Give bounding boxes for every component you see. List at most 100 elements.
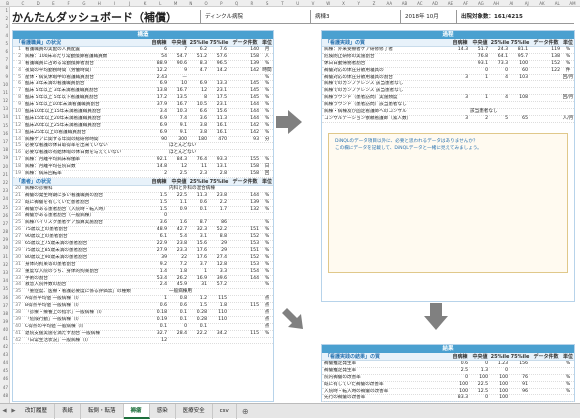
row-header-cell[interactable]: 9 bbox=[0, 73, 9, 81]
column-header-cell[interactable]: E bbox=[46, 0, 61, 6]
row-header-cell[interactable]: 31 bbox=[0, 253, 9, 261]
row-header-cell[interactable]: 26 bbox=[0, 212, 9, 220]
row-header-cell[interactable]: 14 bbox=[0, 113, 9, 121]
table-row[interactable]: 37 B得点平均値 一般病棟（I） 0.6 0.6 1.5 1.8 115 点 bbox=[13, 303, 273, 310]
table-row[interactable]: 褥瘡対応の体圧分散用寝具の割合 3 1 4 103 回/月 bbox=[322, 75, 574, 82]
tab-next-icon[interactable]: ▶ bbox=[9, 408, 18, 414]
table-row[interactable]: 危険防止研修の実施割合 76.8 64.1 95.7 138% bbox=[322, 54, 574, 61]
column-header-cell[interactable]: O bbox=[198, 0, 213, 6]
sheet-tab[interactable]: 転倒・転落 bbox=[81, 403, 124, 419]
table-row[interactable]: 29 75歳以上85歳未満の患者割合 27.9 23.3 17.6 29 151% bbox=[13, 248, 273, 255]
row-header-cell[interactable]: 44 bbox=[0, 359, 9, 367]
column-header-cell[interactable]: P bbox=[214, 0, 229, 6]
table-row[interactable]: 30 80歳以上90歳未満の患者割合 39 22 17.6 27.4 152% bbox=[13, 255, 273, 262]
table-row[interactable]: 病棟・病棟及び固定看護師へのコンサル 該当患者なし bbox=[322, 109, 574, 116]
table-row[interactable]: 12 臨床20年以上25年未満看護職員割合 6.9 9.1 3.8 16.1 142% bbox=[13, 123, 273, 130]
column-header-cell[interactable]: U bbox=[290, 0, 305, 6]
table-row[interactable]: 褥瘡推定発生率 2.5 1.3 0 bbox=[322, 368, 574, 375]
column-header-cell[interactable]: D bbox=[31, 0, 46, 6]
table-row[interactable]: 31 身体的拘束等の患者割合 9.2 7.2 3.7 12.8 153% bbox=[13, 262, 273, 269]
row-header-cell[interactable]: 27 bbox=[0, 220, 9, 228]
row-header-cell[interactable]: 29 bbox=[0, 236, 9, 244]
tab-prev-icon[interactable]: ◀ bbox=[0, 408, 9, 414]
sheet-tab[interactable]: 褥瘡 bbox=[123, 403, 150, 419]
row-header-cell[interactable]: 21 bbox=[0, 171, 9, 179]
table-row[interactable]: 17 病棟：月離平均病床稼働率 92.1 84.3 76.4 93.3 155% bbox=[13, 157, 273, 165]
column-header-cell[interactable]: J bbox=[122, 0, 137, 6]
table-row[interactable]: 28 65歳以上75歳未満の患者割合 22.9 23.8 15.6 29 153% bbox=[13, 241, 273, 248]
table-row[interactable]: 21 褥瘡の発生時期に多い看護職員の割合 1.5 22.5 11.3 23.8 144% bbox=[13, 193, 273, 200]
column-header-cell[interactable]: AM bbox=[565, 0, 580, 6]
column-header-cell[interactable]: Y bbox=[351, 0, 366, 6]
table-row[interactable]: 33 手術の割合 53.4 26.2 16.9 39.6 144% bbox=[13, 276, 273, 283]
column-header-cell[interactable]: Z bbox=[366, 0, 381, 6]
table-row[interactable]: 14 病棟ケアに関する年間の総研修時間 90 300 180 470 93 分 bbox=[13, 137, 273, 144]
column-header-cell[interactable]: AF bbox=[458, 0, 473, 6]
row-header-cell[interactable]: 15 bbox=[0, 122, 9, 130]
table-row[interactable]: 既に有していた褥瘡の改善率 100 22.5 100 91% bbox=[322, 382, 574, 389]
table-row[interactable]: 5 産休・病気休暇中の看護職員割合 2.43 —% bbox=[13, 75, 273, 82]
column-header-cell[interactable]: AD bbox=[427, 0, 442, 6]
row-header-cell[interactable]: 48 bbox=[0, 392, 9, 400]
row-header-cell[interactable]: 8 bbox=[0, 64, 9, 72]
row-header-cell[interactable]: 39 bbox=[0, 318, 9, 326]
table-row[interactable]: 病棟でのカンファレンス 該当患者なし bbox=[322, 81, 574, 89]
table-row[interactable]: 13 臨床25年以上の看護職員割合 6.9 9.1 3.8 16.1 142% bbox=[13, 130, 273, 137]
table-row[interactable]: 褥瘡推定発生率 0.6 0 1.23 156% bbox=[322, 361, 574, 368]
column-header-cell[interactable]: L bbox=[153, 0, 168, 6]
column-header-cell[interactable]: T bbox=[275, 0, 290, 6]
table-row[interactable]: 9 臨床 5年以上10年未満看護職員割合 37.9 16.7 10.5 23.1 144% bbox=[13, 102, 273, 110]
table-row[interactable]: 6 臨床 3年未満の看護職員割合 6.9 10 6.9 13.3 145% bbox=[13, 81, 273, 89]
table-row[interactable]: 27 90歳以上の患者割合 6.1 5.4 3.1 8.8 152% bbox=[13, 234, 273, 242]
column-header-cell[interactable]: AC bbox=[412, 0, 427, 6]
column-header-cell[interactable]: M bbox=[168, 0, 183, 6]
row-header-cell[interactable]: 13 bbox=[0, 105, 9, 113]
column-header-cell[interactable]: AE bbox=[443, 0, 458, 6]
table-row[interactable]: 20 病棟の診療科 内科と外科の混合病棟 bbox=[13, 186, 273, 193]
row-header-cell[interactable]: 7 bbox=[0, 56, 9, 64]
table-row[interactable]: 24 褥瘡がある患者割合（一般病棟） 0 bbox=[13, 213, 273, 221]
table-row[interactable]: 22 既に褥瘡を有していた患者割合 1.5 1.1 0.6 2.2 139% bbox=[13, 200, 273, 207]
row-header-cell[interactable]: 46 bbox=[0, 375, 9, 383]
row-header-cell[interactable]: 11 bbox=[0, 89, 9, 97]
table-row[interactable]: 32 重度な入院のうち、身体的拘束割合 1.4 1.8 1 3.3 154% bbox=[13, 269, 273, 276]
table-row[interactable]: 15 必要な看護の休日取得率を出来ていない ほとんどない bbox=[13, 143, 273, 151]
row-header-cell[interactable]: 24 bbox=[0, 195, 9, 203]
sheet-tab[interactable]: 医療安全 bbox=[176, 403, 213, 419]
row-header-cell[interactable]: 41 bbox=[0, 335, 9, 343]
row-header-cell[interactable]: 37 bbox=[0, 302, 9, 310]
row-header-cell[interactable]: 40 bbox=[0, 326, 9, 334]
row-header-cell[interactable]: 42 bbox=[0, 343, 9, 351]
table-row[interactable]: 26 75歳以上の患者割合 48.9 42.7 32.3 52.2 151% bbox=[13, 227, 273, 235]
sheet-tab[interactable]: csv bbox=[213, 403, 237, 419]
column-header-cell[interactable]: X bbox=[336, 0, 351, 6]
column-header-cell[interactable]: AI bbox=[504, 0, 519, 6]
table-row[interactable]: 7 臨床 5年以上 3年未満看護職員割合 13.8 16.7 12 23.1 145% bbox=[13, 88, 273, 96]
row-header-cell[interactable]: 34 bbox=[0, 277, 9, 285]
row-header-cell[interactable]: 16 bbox=[0, 130, 9, 138]
row-header-cell[interactable]: 5 bbox=[0, 40, 9, 48]
table-row[interactable]: 11 臨床15年以上20年未満看護職員割合 6.9 7.4 3.6 11.3 144% bbox=[13, 116, 273, 123]
table-row[interactable]: 病棟ラウンド（患者訪問）該当患者なし bbox=[322, 102, 574, 110]
table-row[interactable]: 38 「診療・療養上の指示」一般病棟（I） 0.18 0.1 0.28 110 点 bbox=[13, 310, 273, 317]
row-header-cell[interactable]: 45 bbox=[0, 367, 9, 375]
table-row[interactable]: 16 必要な看護の有給休暇の休日数を与えていない ほとんどない bbox=[13, 150, 273, 158]
row-header-cell[interactable]: 6 bbox=[0, 48, 9, 56]
column-header-cell[interactable]: AH bbox=[489, 0, 504, 6]
row-header-cell[interactable]: 22 bbox=[0, 179, 9, 187]
row-header-cell[interactable]: 2 bbox=[0, 15, 9, 23]
table-row[interactable]: 4 夜間の平均勤務時間（労働時間） 12.2 9 4.7 14.2 142 時間 bbox=[13, 68, 273, 75]
column-header-cell[interactable]: R bbox=[244, 0, 259, 6]
table-row[interactable]: 39 「危険行動」一般病棟（I） 0.19 0.1 0.28 110 点 bbox=[13, 317, 273, 324]
column-header-cell[interactable]: S bbox=[260, 0, 275, 6]
table-row[interactable]: 8 臨床 5年以上 5年以下看護職員割合 17.2 13.5 8 17.5 145% bbox=[13, 95, 273, 103]
add-sheet-icon[interactable]: ⊕ bbox=[241, 407, 250, 416]
table-row[interactable]: 40 C得点の平均値 一般病棟（I） 0.1 0 0.1 点 bbox=[13, 324, 273, 331]
table-row[interactable]: 病棟でのカンファレンス 該当患者なし bbox=[322, 88, 574, 96]
row-header-cell[interactable]: 10 bbox=[0, 81, 9, 89]
row-header-cell[interactable]: 19 bbox=[0, 154, 9, 162]
row-header-cell[interactable]: 30 bbox=[0, 244, 9, 252]
column-header-cell[interactable]: C bbox=[15, 0, 30, 6]
table-row[interactable]: 25 病棟ハイリスク患者ケア加算実施割合 3.6 1.6 8.7 86% bbox=[13, 220, 273, 228]
column-header-cell[interactable]: G bbox=[76, 0, 91, 6]
